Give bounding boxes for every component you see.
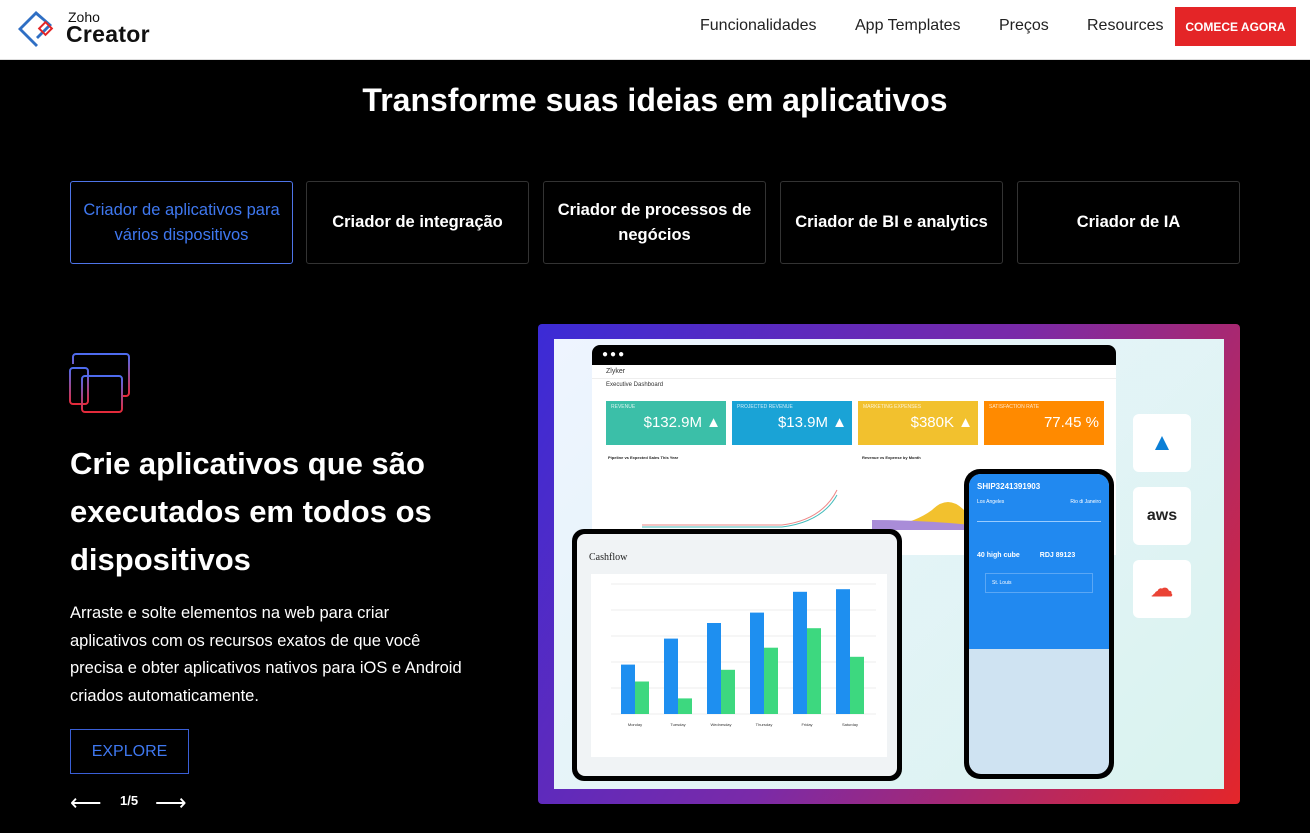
nav-funcionalidades[interactable]: Funcionalidades bbox=[700, 17, 817, 35]
zoho-creator-logo[interactable]: Zoho Creator bbox=[16, 7, 150, 56]
app-name: Zlyker bbox=[592, 365, 1116, 379]
page-title: Transforme suas ideias em aplicativos bbox=[362, 82, 948, 118]
cashflow-day-label: Wednesday bbox=[710, 722, 731, 727]
pipeline-chart bbox=[642, 489, 838, 528]
google-cloud-icon: ☁ bbox=[1133, 560, 1191, 618]
multi-device-icon bbox=[69, 353, 130, 413]
kpi-label: SATISFACTION RATE bbox=[989, 404, 1040, 410]
window-dots-icon: ●●● bbox=[592, 345, 1116, 365]
tab-integration[interactable]: Criador de integração bbox=[306, 181, 529, 264]
kpi-label: REVENUE bbox=[611, 404, 636, 410]
cashflow-bar bbox=[664, 638, 678, 714]
tab-bi-analytics[interactable]: Criador de BI e analytics bbox=[780, 181, 1003, 264]
cashflow-bar bbox=[678, 698, 692, 714]
kpi-card: SATISFACTION RATE 77.45 % bbox=[984, 401, 1104, 445]
nav-precos[interactable]: Preços bbox=[999, 17, 1049, 35]
cashflow-bar bbox=[807, 628, 821, 714]
kpi-value: $132.9M ▲ bbox=[643, 414, 721, 431]
cashflow-bar bbox=[793, 591, 807, 714]
nav-resources[interactable]: Resources bbox=[1087, 17, 1163, 35]
ship-from: Los Angeles bbox=[977, 499, 1005, 505]
comece-agora-button[interactable]: COMECE AGORA bbox=[1175, 7, 1296, 46]
nav-app-templates[interactable]: App Templates bbox=[855, 17, 961, 35]
logo-creator: Creator bbox=[66, 21, 150, 47]
ship-type: 40 high cube bbox=[977, 552, 1020, 559]
header: Zoho Creator Funcionalidades App Templat… bbox=[0, 0, 1310, 60]
cashflow-chart: Monday Tuesday Wednesday Thursday Friday Satu… bbox=[611, 583, 876, 727]
chart2-title: Revenue vs Expense by Month bbox=[862, 455, 921, 460]
cashflow-bar bbox=[635, 681, 649, 714]
tab-process[interactable]: Criador de processos de negócios bbox=[543, 181, 766, 264]
cashflow-day-label: Friday bbox=[801, 722, 812, 727]
prev-arrow-icon[interactable]: ⟵ bbox=[70, 790, 102, 816]
cashflow-bar bbox=[836, 589, 850, 714]
dashboard-title: Executive Dashboard bbox=[606, 382, 664, 388]
cashflow-bar bbox=[850, 656, 864, 714]
kpi-value: $13.9M ▲ bbox=[777, 414, 847, 431]
kpi-card: MARKETING EXPENSES $380K ▲ bbox=[858, 401, 978, 445]
cashflow-bar bbox=[621, 664, 635, 714]
cashflow-bar bbox=[764, 647, 778, 714]
feature-description: Arraste e solte elementos na web para cr… bbox=[70, 604, 462, 705]
phone-shipment: SHIP3241391903 Los Angeles Rio di Janeiro… bbox=[964, 469, 1114, 779]
ship-to: Rio di Janeiro bbox=[1070, 499, 1101, 505]
cashflow-bar bbox=[721, 669, 735, 714]
kpi-label: MARKETING EXPENSES bbox=[863, 404, 922, 410]
tab-app-builder[interactable]: Criador de aplicativos para vários dispo… bbox=[70, 181, 293, 264]
next-arrow-icon[interactable]: ⟶ bbox=[155, 790, 187, 816]
ship-code: RDJ 89123 bbox=[1039, 552, 1076, 559]
cashflow-day-label: Thursday bbox=[756, 722, 773, 727]
cashflow-day-label: Monday bbox=[628, 722, 642, 727]
kpi-value: 77.45 % bbox=[1043, 414, 1099, 431]
aws-icon: aws bbox=[1133, 487, 1191, 545]
kpi-label: PROJECTED REVENUE bbox=[737, 404, 793, 410]
kpi-card: PROJECTED REVENUE $13.9M ▲ bbox=[732, 401, 852, 445]
explore-button[interactable]: EXPLORE bbox=[70, 729, 189, 774]
azure-icon: ▲ bbox=[1133, 414, 1191, 472]
feature-heading: Crie aplicativos que são executados em t… bbox=[70, 446, 432, 577]
ship-id: SHIP3241391903 bbox=[977, 482, 1041, 491]
pager-count: 1/5 bbox=[120, 793, 139, 808]
logo-icon bbox=[18, 11, 54, 47]
kpi-card: REVENUE $132.9M ▲ bbox=[606, 401, 726, 445]
cashflow-title: Cashflow bbox=[589, 552, 628, 563]
ship-stop: St. Louis bbox=[985, 573, 1093, 593]
cashflow-day-label: Tuesday bbox=[670, 722, 685, 727]
kpi-value: $380K ▲ bbox=[910, 414, 973, 431]
cashflow-day-label: Saturday bbox=[842, 722, 858, 727]
cashflow-bar bbox=[707, 623, 721, 714]
tablet-cashflow: Cashflow Monday Tuesday Wednesday Thursday F… bbox=[572, 529, 902, 781]
chart1-title: Pipeline vs Expected Sales This Year bbox=[608, 455, 679, 460]
product-mockup: ●●● Zlyker Executive Dashboard REVENUE $1… bbox=[538, 324, 1240, 804]
tab-ai[interactable]: Criador de IA bbox=[1017, 181, 1240, 264]
cashflow-bar bbox=[750, 612, 764, 714]
